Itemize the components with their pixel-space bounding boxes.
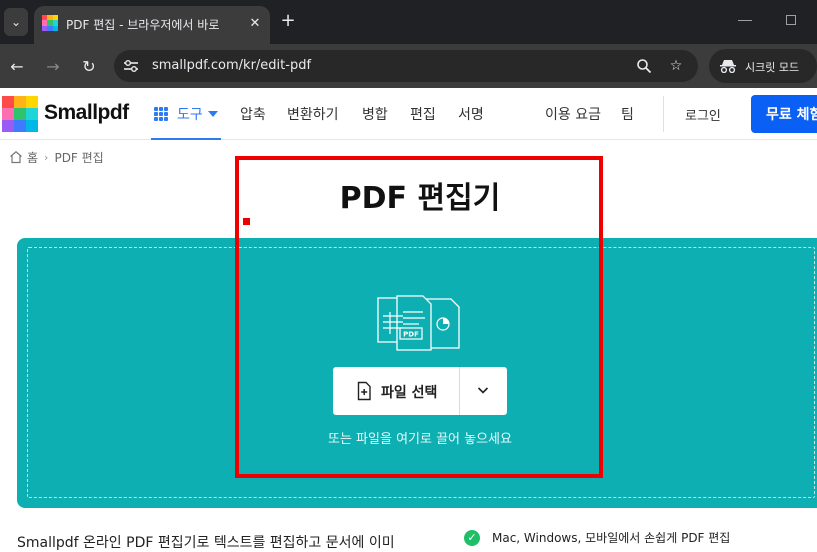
browser-tab-strip: ⌄ PDF 편집 - 브라우저에서 바로 ✕ + — [0, 0, 817, 44]
window-minimize-icon[interactable] — [738, 20, 752, 21]
nav-item-merge[interactable]: 병합 — [362, 104, 388, 124]
nav-item-convert[interactable]: 변환하기 — [287, 104, 339, 124]
tools-label: 도구 — [177, 107, 203, 123]
tab-search-chevron-icon[interactable]: ⌄ — [4, 8, 28, 36]
incognito-indicator[interactable]: 시크릿 모드 — [709, 49, 817, 83]
address-bar[interactable]: smallpdf.com/kr/edit-pdf ☆ — [114, 50, 698, 82]
url-text[interactable]: smallpdf.com/kr/edit-pdf — [152, 58, 311, 73]
page-title: PDF 편집기 — [339, 181, 501, 216]
documents-illustration-icon: PDF — [377, 295, 460, 351]
breadcrumb-separator-icon: › — [44, 150, 49, 164]
feature-item: ✓ Mac, Windows, 모바일에서 손쉽게 PDF 편집 — [464, 529, 730, 546]
nav-item-team[interactable]: 팀 — [621, 104, 634, 124]
browser-toolbar: ← → ↻ smallpdf.com/kr/edit-pdf ☆ 시크릿 모드 — [0, 44, 817, 88]
chevron-down-icon — [477, 387, 489, 394]
login-link[interactable]: 로그인 — [685, 105, 721, 124]
reload-icon[interactable]: ↻ — [78, 55, 100, 77]
logo-wordmark[interactable]: Smallpdf — [44, 101, 129, 125]
nav-item-compress[interactable]: 압축 — [240, 104, 266, 124]
drop-hint-text: 또는 파일을 여기로 끌어 놓으세요 — [328, 432, 512, 447]
site-settings-icon[interactable] — [122, 57, 140, 75]
intro-paragraph: Smallpdf 온라인 PDF 편집기로 텍스트를 편집하고 문서에 이미 — [17, 535, 395, 551]
incognito-label: 시크릿 모드 — [745, 61, 800, 74]
choose-file-button[interactable]: 파일 선택 — [333, 367, 459, 415]
incognito-icon — [719, 57, 737, 75]
breadcrumb-home[interactable]: 홈 — [27, 149, 38, 166]
smallpdf-favicon-icon — [42, 15, 58, 31]
caret-down-icon — [208, 111, 218, 117]
file-drop-zone[interactable]: PDF 파일 선택 또는 파일을 여기로 끌어 놓으세요 — [17, 238, 817, 508]
nav-divider — [663, 96, 664, 132]
nav-item-pricing[interactable]: 이용 요금 — [545, 104, 601, 124]
feature-item-label: Mac, Windows, 모바일에서 손쉽게 PDF 편집 — [492, 531, 731, 545]
zoom-search-icon[interactable] — [635, 57, 653, 75]
add-file-icon — [357, 381, 371, 401]
annotation-marker-dot — [243, 218, 250, 225]
home-icon[interactable] — [9, 150, 23, 164]
nav-item-sign[interactable]: 서명 — [458, 104, 484, 124]
breadcrumb: 홈 › PDF 편집 — [9, 148, 104, 166]
choose-file-button-group: 파일 선택 — [333, 367, 507, 415]
smallpdf-logo-icon[interactable] — [2, 96, 38, 132]
bookmark-star-icon[interactable]: ☆ — [667, 57, 685, 75]
choose-source-dropdown-button[interactable] — [460, 367, 507, 415]
apps-grid-icon — [154, 107, 168, 121]
browser-tab-active[interactable]: PDF 편집 - 브라우저에서 바로 ✕ — [34, 6, 270, 44]
close-tab-icon[interactable]: ✕ — [246, 14, 264, 32]
tab-title: PDF 편집 - 브라우저에서 바로 — [66, 18, 220, 32]
choose-file-label: 파일 선택 — [381, 385, 438, 401]
free-trial-button[interactable]: 무료 체험 — [751, 95, 817, 133]
breadcrumb-current: PDF 편집 — [54, 150, 104, 165]
nav-item-edit[interactable]: 편집 — [410, 104, 436, 124]
tools-menu[interactable]: 도구 — [151, 88, 221, 140]
illustration-pdf-badge: PDF — [403, 331, 419, 339]
new-tab-plus-icon[interactable]: + — [278, 12, 298, 32]
window-maximize-icon[interactable] — [786, 15, 796, 25]
check-circle-icon: ✓ — [464, 529, 480, 546]
forward-arrow-icon[interactable]: → — [42, 55, 64, 77]
site-header: Smallpdf 도구 압축 변환하기 병합 편집 서명 이용 요금 팀 로그인… — [0, 88, 817, 140]
back-arrow-icon[interactable]: ← — [6, 55, 28, 77]
